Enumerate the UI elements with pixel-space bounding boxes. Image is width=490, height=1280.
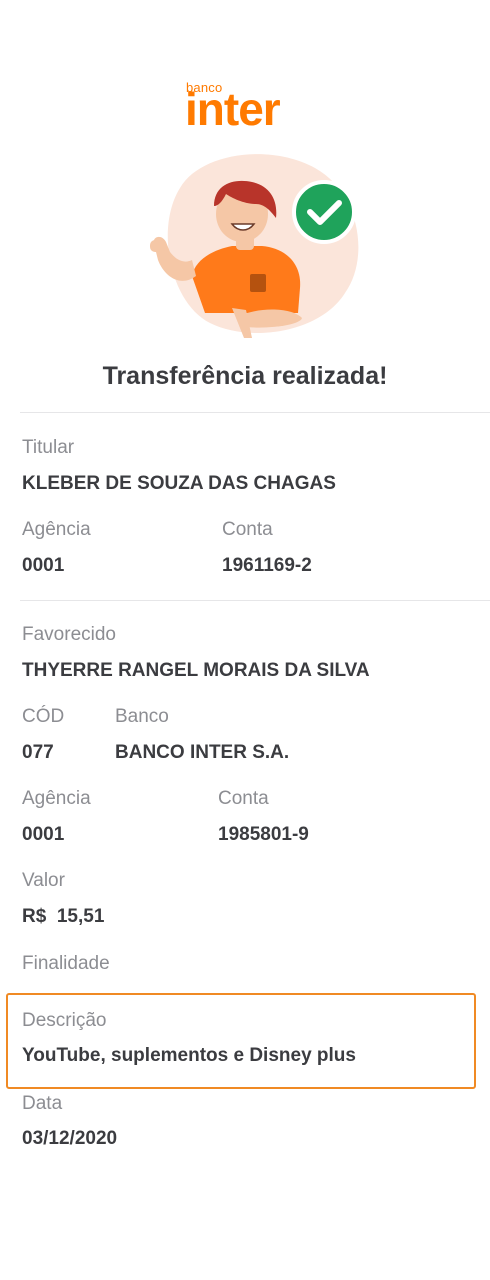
holder-label: Titular [22,437,75,458]
divider [20,600,490,601]
payer-account-value: 1961169-2 [222,555,312,576]
payee-agency-value: 0001 [22,824,65,845]
purpose-label: Finalidade [22,953,110,974]
amount-value: R$ 15,51 [22,906,105,927]
divider [20,412,490,413]
transfer-receipt: banco inter Transferência realizada! Tit… [0,0,490,1280]
payer-agency-value: 0001 [22,555,65,576]
payer-agency-label: Agência [22,519,91,540]
description-highlight-box [6,993,476,1089]
holder-value: KLEBER DE SOUZA DAS CHAGAS [22,473,336,494]
payee-value: THYERRE RANGEL MORAIS DA SILVA [22,660,370,681]
payer-account-label: Conta [222,519,273,540]
payee-account-label: Conta [218,788,269,809]
bank-label: Banco [115,706,169,727]
payee-agency-label: Agência [22,788,91,809]
logo-inter-text: inter [185,83,281,135]
bank-value: BANCO INTER S.A. [115,742,290,763]
bank-logo: banco inter [185,80,325,140]
cod-label: CÓD [22,706,65,727]
check-circle-icon [292,180,356,244]
date-label: Data [22,1093,63,1114]
cod-value: 077 [22,742,54,763]
description-label: Descrição [22,1010,107,1031]
date-value: 03/12/2020 [22,1128,118,1149]
page-title: Transferência realizada! [102,362,388,390]
payee-label: Favorecido [22,624,116,645]
description-value: YouTube, suplementos e Disney plus [22,1045,356,1066]
payee-account-value: 1985801-9 [218,824,309,845]
success-illustration [150,154,359,338]
amount-label: Valor [22,870,65,891]
